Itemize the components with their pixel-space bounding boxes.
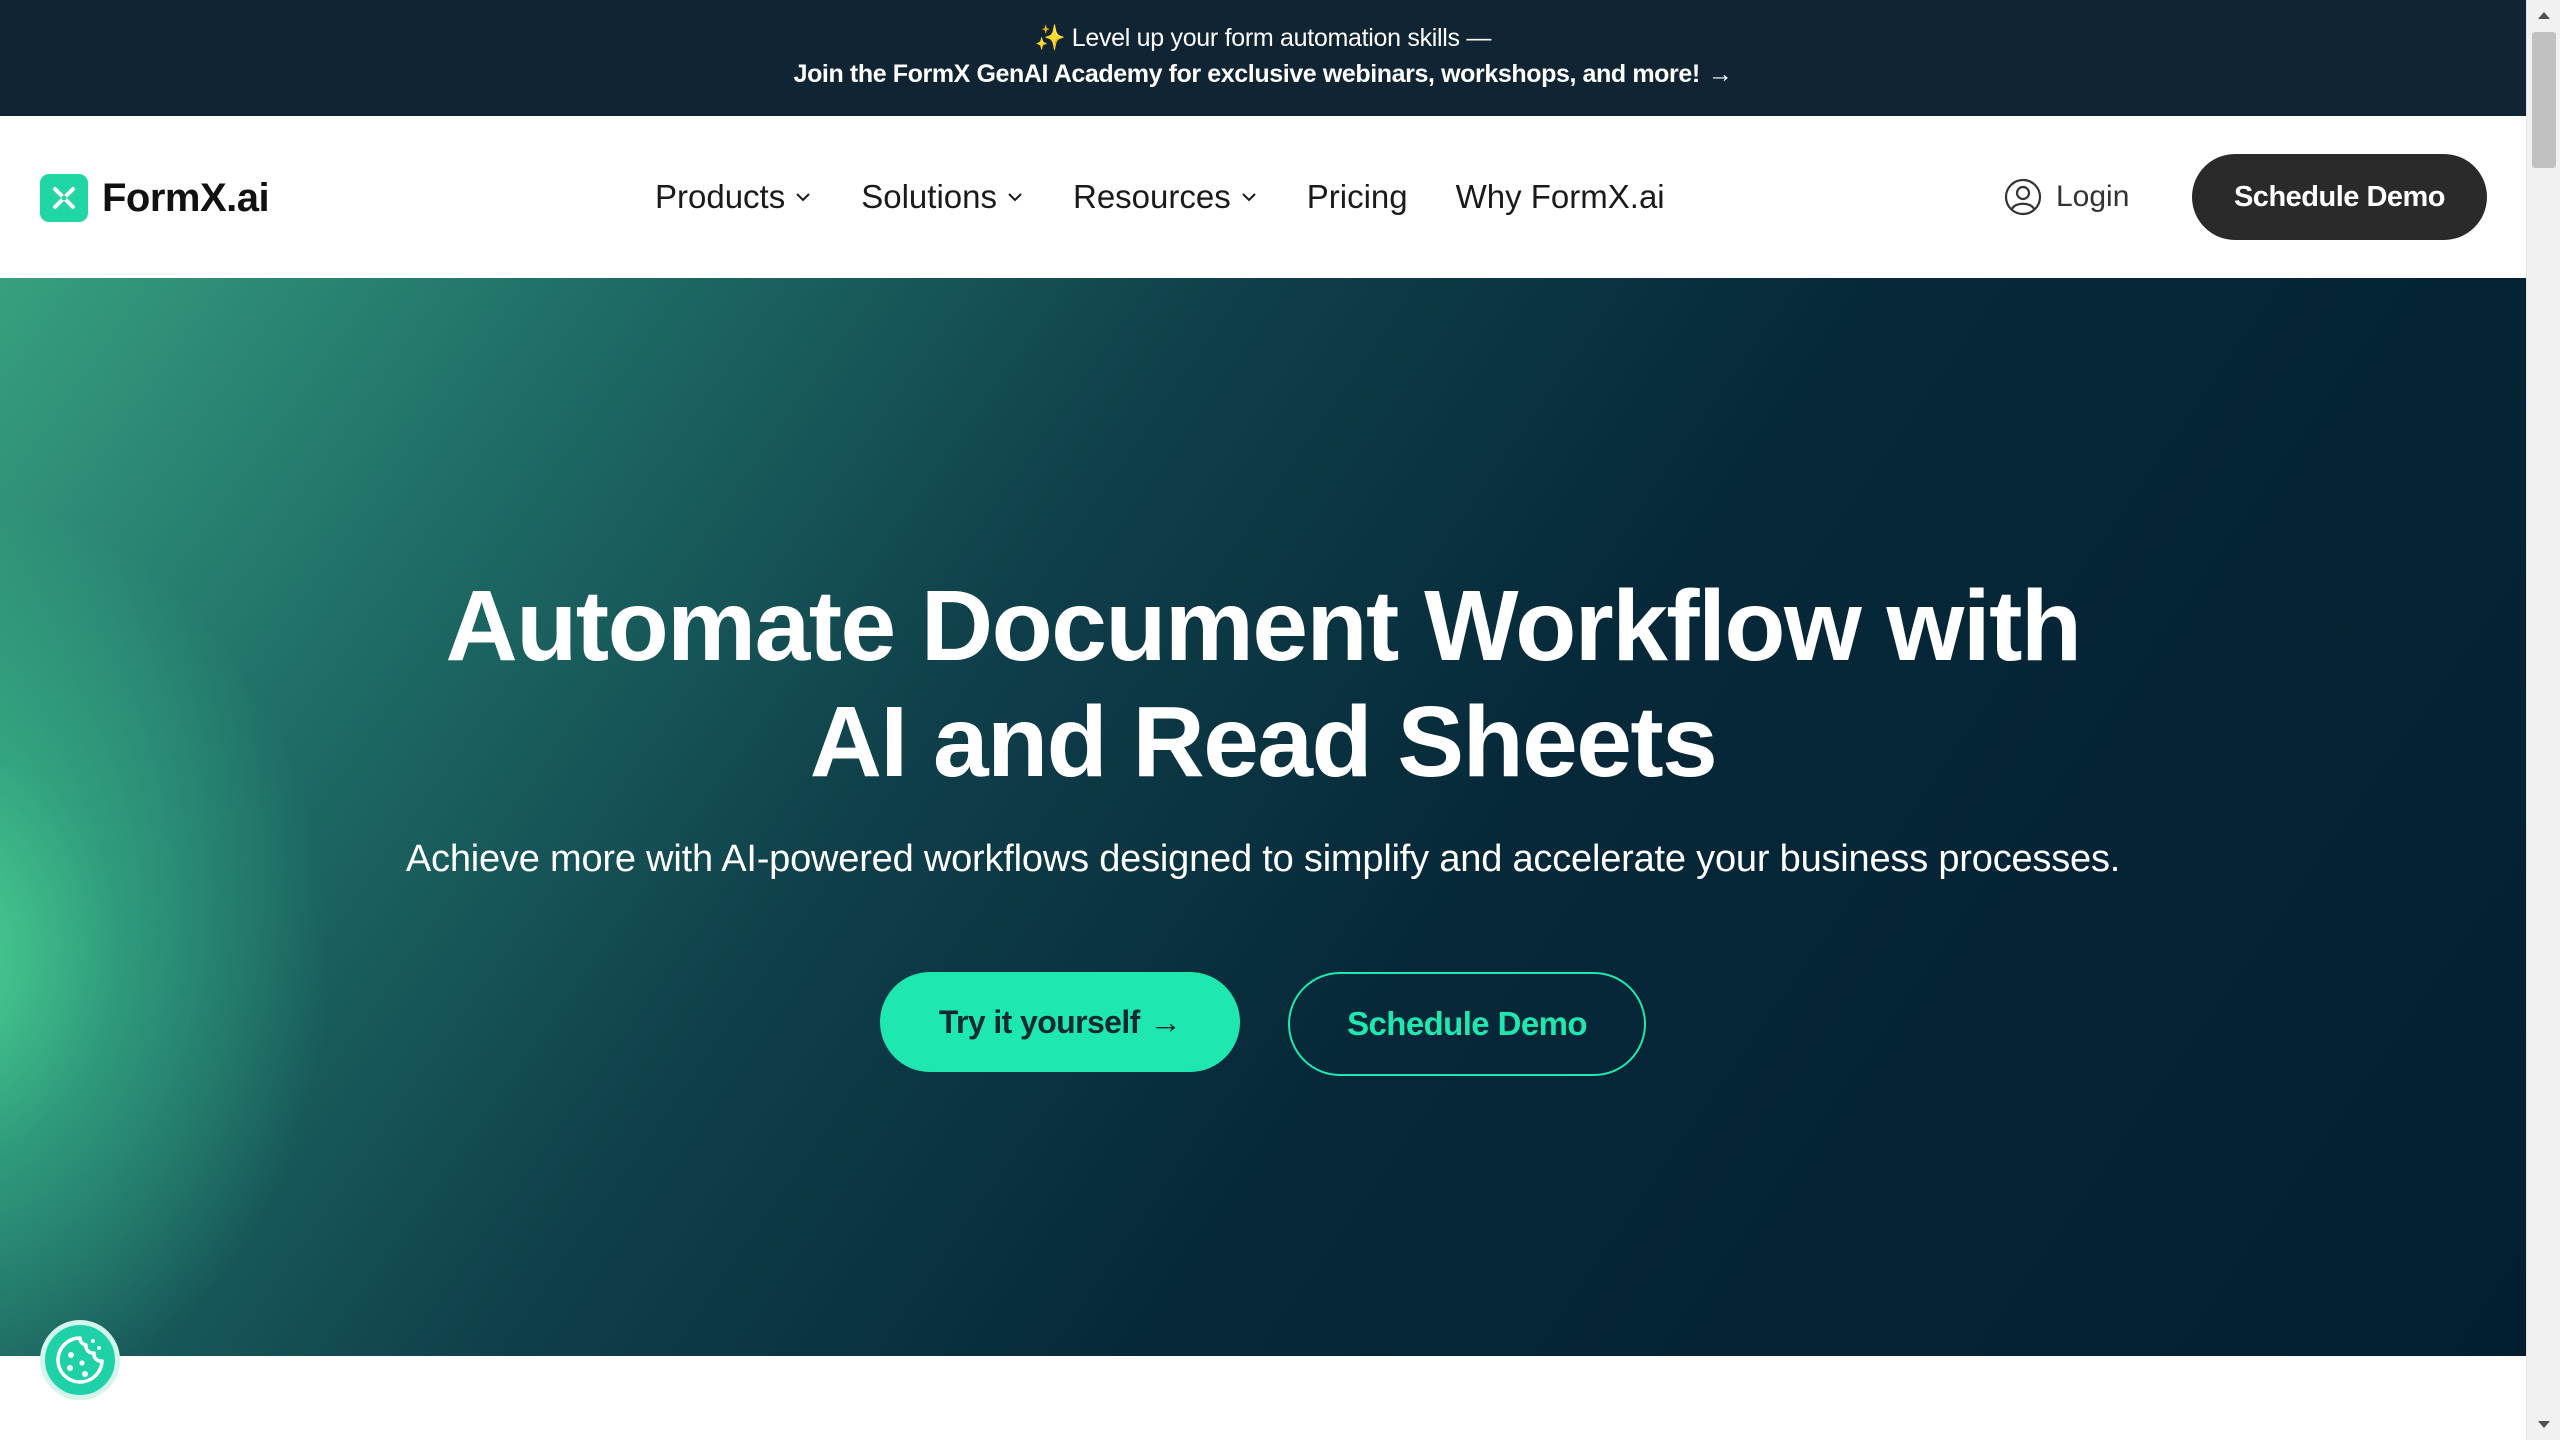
announcement-text: Level up your form automation skills —	[1071, 24, 1492, 52]
nav-resources[interactable]: Resources	[1073, 178, 1259, 216]
cookie-icon	[56, 1336, 104, 1384]
nav-solutions-label: Solutions	[861, 178, 997, 215]
arrow-right-icon: →	[1149, 1003, 1182, 1040]
hero-title-line-1: Automate Document Workflow with	[445, 570, 2083, 682]
logo-text: FormX.ai	[102, 175, 270, 220]
login-label: Login	[2056, 180, 2130, 213]
chevron-down-icon	[1242, 193, 1256, 202]
nav-why-formx[interactable]: Why FormX.ai	[1456, 178, 1665, 216]
hero-subtitle: Achieve more with AI-powered workflows d…	[405, 838, 2121, 880]
nav-pricing-label: Pricing	[1306, 178, 1408, 215]
hero-title: Automate Document Workflow with AI and R…	[0, 568, 2526, 800]
browser-viewport: ✨ Level up your form automation skills — …	[0, 0, 2526, 1440]
user-circle-icon	[2004, 178, 2042, 216]
hero-title-line-2: AI and Read Sheets	[809, 686, 1718, 798]
sparkle-icon: ✨	[1034, 24, 1066, 52]
nav-resources-label: Resources	[1073, 178, 1231, 215]
academy-link-text: Join the FormX GenAI Academy for exclusi…	[793, 60, 1701, 88]
scrollbar-thumb[interactable]	[2532, 32, 2556, 168]
try-it-yourself-button[interactable]: Try it yourself →	[880, 972, 1240, 1072]
scroll-down-arrow-icon[interactable]	[2527, 1410, 2560, 1440]
nav-products[interactable]: Products	[655, 178, 813, 216]
scroll-up-arrow-icon[interactable]	[2527, 0, 2560, 30]
nav-products-label: Products	[655, 178, 786, 215]
announcement-bar[interactable]: ✨ Level up your form automation skills — …	[0, 0, 2526, 116]
main-nav: Products Solutions Resources Pricing Why…	[655, 116, 1665, 278]
chevron-down-icon	[796, 193, 810, 202]
formx-logo-icon	[40, 174, 88, 222]
nav-pricing[interactable]: Pricing	[1307, 178, 1408, 216]
vertical-scrollbar[interactable]	[2526, 0, 2560, 1440]
academy-link[interactable]: Join the FormX GenAI Academy for exclusi…	[0, 60, 2526, 89]
hero-section: Automate Document Workflow with AI and R…	[0, 278, 2526, 1356]
schedule-demo-nav-button[interactable]: Schedule Demo	[2192, 154, 2487, 240]
nav-solutions[interactable]: Solutions	[861, 178, 1025, 216]
page: ✨ Level up your form automation skills — …	[0, 0, 2560, 1440]
login-link[interactable]: Login	[2004, 172, 2129, 222]
schedule-demo-hero-button[interactable]: Schedule Demo	[1288, 972, 1646, 1076]
announcement-line-1: ✨ Level up your form automation skills —	[0, 24, 2526, 53]
chevron-down-icon	[1008, 193, 1022, 202]
site-header: FormX.ai Products Solutions Resources Pr…	[0, 116, 2526, 278]
try-button-label: Try it yourself	[938, 1003, 1140, 1040]
nav-why-formx-label: Why FormX.ai	[1455, 178, 1665, 215]
arrow-right-icon: →	[1707, 60, 1733, 88]
cookie-settings-button[interactable]	[40, 1320, 120, 1400]
logo-link[interactable]: FormX.ai	[40, 173, 270, 223]
